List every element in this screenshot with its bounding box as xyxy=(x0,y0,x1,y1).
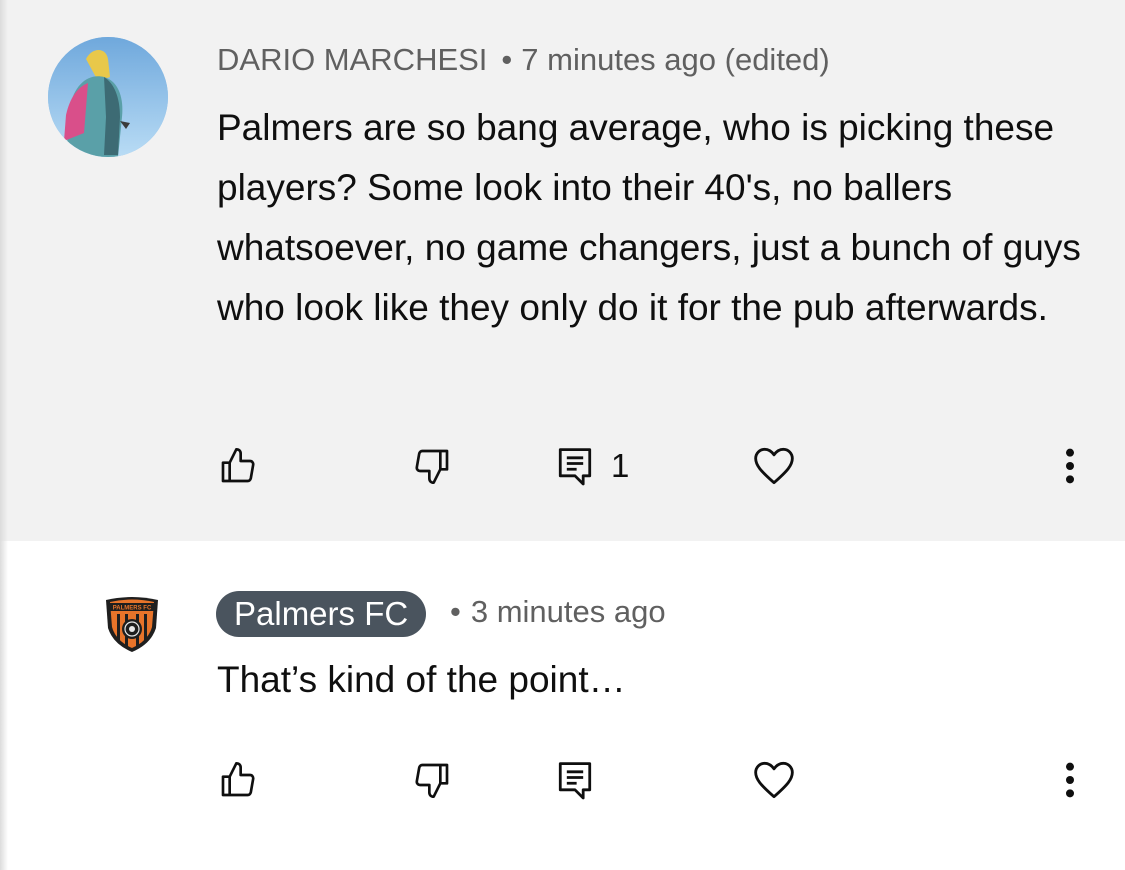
thumbs-up-icon xyxy=(221,762,255,797)
more-vert-icon xyxy=(1066,762,1074,798)
crest-label: PALMERS FC xyxy=(113,606,152,612)
comment-actions: 1 xyxy=(0,436,1125,496)
thumbs-down-icon xyxy=(415,449,449,484)
comment-text: Palmers are so bang average, who is pick… xyxy=(217,107,1081,328)
reply-icon xyxy=(558,762,592,800)
dislike-button[interactable] xyxy=(412,750,452,810)
meta-separator: • xyxy=(501,42,513,77)
heart-button[interactable] xyxy=(752,436,796,496)
comment-meta: • 3 minutes ago xyxy=(450,594,666,630)
avatar-photo-icon xyxy=(48,37,168,157)
heart-button[interactable] xyxy=(752,750,796,810)
meta-separator: • xyxy=(450,594,461,629)
heart-icon xyxy=(754,761,794,799)
timestamp[interactable]: 3 minutes ago xyxy=(471,594,666,629)
timestamp[interactable]: 7 minutes ago (edited) xyxy=(521,42,829,77)
more-options-button[interactable] xyxy=(1058,436,1082,496)
reply-button[interactable] xyxy=(557,750,593,810)
avatar[interactable] xyxy=(48,37,168,157)
author-name: Palmers FC xyxy=(234,595,409,632)
comment-highlighted: DARIO MARCHESI • 7 minutes ago (edited) Pa… xyxy=(0,0,1125,541)
heart-icon xyxy=(754,447,794,485)
author-name[interactable]: DARIO MARCHESI xyxy=(217,42,487,77)
club-crest-icon: PALMERS FC xyxy=(106,597,158,652)
left-edge-shadow xyxy=(0,541,8,870)
channel-owner-badge[interactable]: Palmers FC xyxy=(216,591,427,637)
comment-text: That’s kind of the point… xyxy=(217,659,626,700)
reply-icon xyxy=(558,448,592,486)
comment-meta: DARIO MARCHESI • 7 minutes ago (edited) xyxy=(217,42,830,78)
like-button[interactable] xyxy=(218,750,258,810)
thumbs-up-icon xyxy=(221,448,255,483)
more-options-button[interactable] xyxy=(1058,750,1082,810)
like-button[interactable] xyxy=(218,436,258,496)
comment-actions xyxy=(0,750,1125,810)
reply-count: 1 xyxy=(611,447,630,484)
reply-button[interactable]: 1 xyxy=(557,436,629,496)
more-vert-icon xyxy=(1066,448,1074,484)
dislike-button[interactable] xyxy=(412,436,452,496)
channel-crest-avatar[interactable]: PALMERS FC xyxy=(103,594,161,654)
thumbs-down-icon xyxy=(415,763,449,798)
